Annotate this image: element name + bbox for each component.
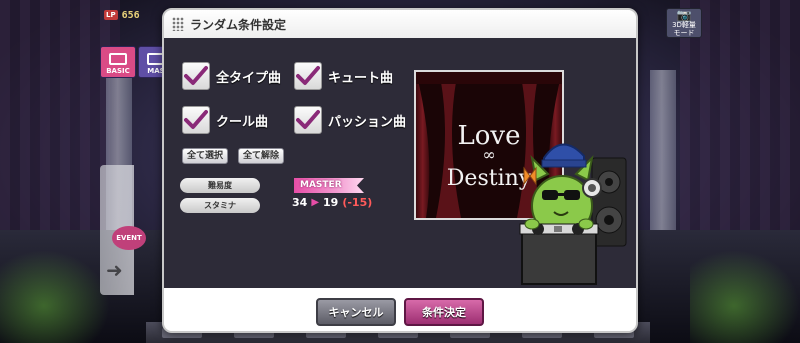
triangle-right-icon: ▶ xyxy=(311,197,320,208)
stamina-delta: (-15) xyxy=(342,196,373,209)
difficulty-value: MASTER xyxy=(294,178,364,193)
stamina-label: スタミナ xyxy=(180,198,260,213)
lightweight-3d-mode-button[interactable]: 📷 3D軽量 モード xyxy=(666,8,702,38)
infinity-icon: ∞ xyxy=(482,145,495,164)
dialog-footer: キャンセル 条件決定 xyxy=(164,288,636,331)
stage-pillar xyxy=(650,70,676,240)
camera-icon: 📷 xyxy=(676,8,692,22)
stamina-to: 19 xyxy=(323,196,339,209)
grip-icon xyxy=(172,17,184,31)
difficulty-label: 難易度 xyxy=(180,178,260,193)
dialog-body: 全タイプ曲 キュート曲 クール曲 パッション曲 全て選択 全て解除 難易度 MA… xyxy=(164,38,636,288)
lp-value: 656 xyxy=(121,9,140,21)
checkbox-passion[interactable]: パッション曲 xyxy=(294,106,406,134)
stage-light xyxy=(690,250,800,343)
cancel-button[interactable]: キャンセル xyxy=(316,298,396,326)
checkbox-label: 全タイプ曲 xyxy=(216,70,282,86)
checkbox-box[interactable] xyxy=(182,62,210,90)
check-icon xyxy=(296,66,320,85)
arrow-right-icon: ➜ xyxy=(106,258,123,282)
lp-display: LP 656 xyxy=(104,8,156,22)
checkbox-cool[interactable]: クール曲 xyxy=(182,106,268,134)
check-icon xyxy=(184,110,208,129)
checkbox-label: キュート曲 xyxy=(328,70,394,86)
dialog-title: ランダム条件設定 xyxy=(190,17,287,32)
checkbox-label: パッション曲 xyxy=(328,114,407,130)
stamina-from: 34 xyxy=(292,196,308,209)
check-icon xyxy=(296,110,320,129)
dialog-header: ランダム条件設定 xyxy=(164,10,636,38)
check-icon xyxy=(184,66,208,85)
checkbox-all-types[interactable]: 全タイプ曲 xyxy=(182,62,281,90)
checkbox-label: クール曲 xyxy=(216,114,269,130)
checkbox-cute[interactable]: キュート曲 xyxy=(294,62,393,90)
checkbox-box[interactable] xyxy=(294,62,322,90)
tab-basic[interactable]: BASIC xyxy=(100,46,136,78)
event-badge[interactable]: EVENT xyxy=(112,226,146,250)
stamina-value: 34 ▶ 19 (-15) xyxy=(292,196,372,209)
dj-mascot-character xyxy=(519,143,627,285)
deselect-all-button[interactable]: 全て解除 xyxy=(238,148,285,164)
lp-tag: LP xyxy=(104,10,118,20)
select-all-button[interactable]: 全て選択 xyxy=(182,148,229,164)
random-condition-dialog: ランダム条件設定 全タイプ曲 キュート曲 クール曲 パッション曲 全て選択 全て… xyxy=(162,8,638,333)
tab-basic-label: BASIC xyxy=(106,67,130,75)
confirm-conditions-button[interactable]: 条件決定 xyxy=(404,298,484,326)
checkbox-box[interactable] xyxy=(294,106,322,134)
mode-button-label: 3D軽量 モード xyxy=(672,21,696,37)
checkbox-box[interactable] xyxy=(182,106,210,134)
monitor-icon xyxy=(109,53,127,65)
stage-light xyxy=(0,250,110,343)
